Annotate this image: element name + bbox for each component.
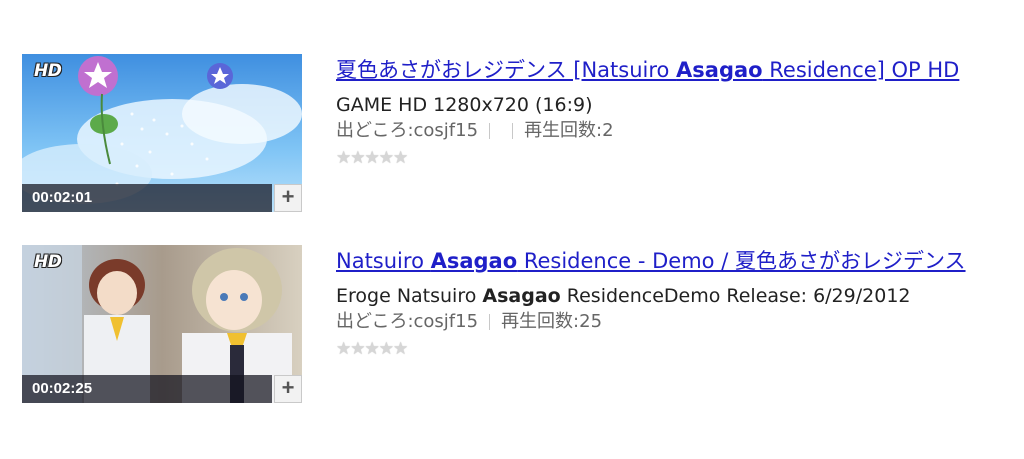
description-text: GAME HD 1280x720 (16:9) bbox=[336, 94, 593, 116]
video-result: HD 00:02:25 + Natsuiro Asagao Residence … bbox=[22, 245, 1012, 405]
video-title-link[interactable]: Natsuiro Asagao Residence - Demo / 夏色あさが… bbox=[336, 245, 1012, 277]
description-text: ResidenceDemo Release: 6/29/2012 bbox=[560, 285, 911, 307]
video-meta: 出どころ:cosjf15 再生回数:2 bbox=[336, 118, 1012, 144]
add-to-playlist-button[interactable]: + bbox=[274, 375, 302, 403]
divider bbox=[489, 123, 491, 139]
star-empty-icon: ★ bbox=[350, 148, 366, 168]
title-text: Natsuiro bbox=[336, 249, 431, 273]
star-empty-icon: ★ bbox=[378, 339, 394, 359]
view-count: 再生回数:25 bbox=[501, 311, 603, 332]
video-source: 出どころ:cosjf15 bbox=[336, 120, 479, 141]
video-info: 夏色あさがおレジデンス [Natsuiro Asagao Residence] … bbox=[336, 54, 1012, 168]
video-title-link[interactable]: 夏色あさがおレジデンス [Natsuiro Asagao Residence] … bbox=[336, 54, 1012, 86]
video-result: HD 00:02:01 + 夏色あさがおレジデンス [Natsuiro Asag… bbox=[22, 54, 1012, 214]
title-highlight: Asagao bbox=[676, 58, 763, 82]
video-description: Eroge Natsuiro Asagao ResidenceDemo Rele… bbox=[336, 283, 1012, 309]
hd-badge: HD bbox=[34, 61, 62, 81]
view-count: 再生回数:2 bbox=[524, 120, 614, 141]
video-duration: 00:02:25 bbox=[32, 380, 93, 397]
divider bbox=[489, 314, 491, 330]
description-text: Eroge Natsuiro bbox=[336, 285, 483, 307]
duration-bar: 00:02:25 bbox=[22, 375, 272, 403]
video-thumbnail[interactable]: HD 00:02:25 + bbox=[22, 245, 302, 403]
star-empty-icon: ★ bbox=[350, 339, 366, 359]
description-highlight: Asagao bbox=[482, 285, 561, 307]
video-info: Natsuiro Asagao Residence - Demo / 夏色あさが… bbox=[336, 245, 1012, 359]
star-empty-icon: ★ bbox=[393, 339, 409, 359]
rating-stars: ★★★★★ bbox=[336, 148, 1012, 168]
add-to-playlist-button[interactable]: + bbox=[274, 184, 302, 212]
video-duration: 00:02:01 bbox=[32, 189, 93, 206]
title-text: 夏色あさがおレジデンス [Natsuiro bbox=[336, 58, 677, 82]
duration-bar: 00:02:01 bbox=[22, 184, 272, 212]
star-empty-icon: ★ bbox=[364, 339, 380, 359]
title-text: Residence - Demo / 夏色あさがおレジデンス bbox=[517, 249, 966, 273]
star-empty-icon: ★ bbox=[393, 148, 409, 168]
divider bbox=[512, 123, 514, 139]
video-thumbnail[interactable]: HD 00:02:01 + bbox=[22, 54, 302, 212]
star-empty-icon: ★ bbox=[336, 148, 352, 168]
video-description: GAME HD 1280x720 (16:9) bbox=[336, 92, 1012, 118]
rating-stars: ★★★★★ bbox=[336, 339, 1012, 359]
title-text: Residence] OP HD bbox=[762, 58, 960, 82]
star-empty-icon: ★ bbox=[364, 148, 380, 168]
video-source: 出どころ:cosjf15 bbox=[336, 311, 479, 332]
hd-badge: HD bbox=[34, 252, 62, 272]
star-empty-icon: ★ bbox=[378, 148, 394, 168]
star-empty-icon: ★ bbox=[336, 339, 352, 359]
title-highlight: Asagao bbox=[430, 249, 518, 273]
video-meta: 出どころ:cosjf15 再生回数:25 bbox=[336, 309, 1012, 335]
